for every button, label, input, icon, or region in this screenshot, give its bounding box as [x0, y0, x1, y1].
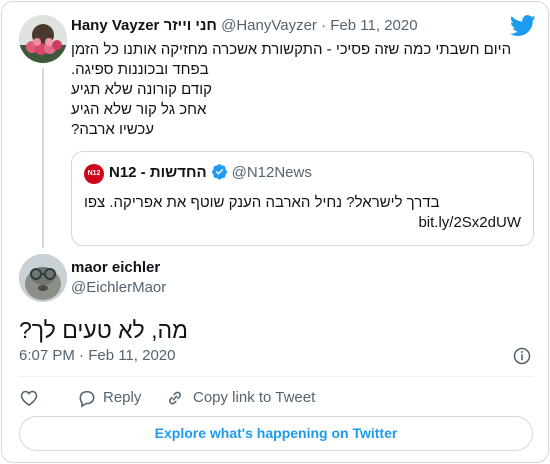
info-icon[interactable] [512, 346, 532, 366]
divider [19, 376, 533, 377]
avatar-image [19, 254, 67, 302]
reply-label: Reply [103, 389, 142, 406]
parent-text-line: קודם קורונה שלא תגיע [71, 81, 212, 98]
parent-handle[interactable]: @HanyVayzer [221, 17, 317, 34]
embedded-tweet-card: Hany Vayzer חני וייזר @HanyVayzer · Feb … [1, 1, 549, 463]
parent-date[interactable]: Feb 11, 2020 [330, 17, 417, 34]
quoted-tweet[interactable]: N12 N12 - החדשות @N12News בדרך לישראל? נח… [71, 151, 534, 246]
parent-text-line: אחכ גל קור שלא הגיע [71, 101, 207, 118]
reply-bubble-icon [79, 390, 95, 408]
header-separator: · [321, 17, 327, 34]
quoted-tweet-text: בדרך לישראל? נחיל הארבה הענק שוטף את אפר… [84, 194, 440, 211]
parent-tweet-text: היום חשבתי כמה שזה פסיכי - התקשורת אשכרה… [71, 40, 531, 140]
verified-badge-icon [211, 164, 227, 180]
like-button[interactable] [19, 387, 49, 409]
parent-text-line: עכשיו ארבה? [71, 121, 155, 138]
parent-text-line: היום חשבתי כמה שזה פסיכי - התקשורת אשכרה… [71, 41, 512, 78]
thread-connector-line [42, 68, 44, 248]
quoted-tweet-header: N12 - החדשות @N12News [109, 163, 312, 183]
copy-link-label: Copy link to Tweet [193, 389, 316, 406]
reply-handle[interactable]: @EichlerMaor [71, 278, 166, 298]
n12-logo-avatar: N12 [84, 164, 104, 184]
reply-author-avatar[interactable] [19, 254, 67, 302]
parent-tweet-header: Hany Vayzer חני וייזר @HanyVayzer · Feb … [71, 16, 418, 36]
reply-display-name[interactable]: maor eichler [71, 258, 160, 278]
twitter-bird-icon[interactable] [510, 15, 536, 37]
avatar-image [19, 15, 67, 63]
reply-button[interactable]: Reply [77, 387, 157, 409]
explore-twitter-button[interactable]: Explore what's happening on Twitter [19, 416, 533, 451]
link-icon [169, 391, 181, 405]
quoted-display-name: N12 - החדשות [109, 164, 207, 181]
tweet-timestamp[interactable]: 6:07 PM · Feb 11, 2020 [19, 346, 175, 366]
quoted-handle: @N12News [231, 164, 312, 181]
heart-icon [20, 390, 38, 407]
reply-tweet-text: מה, לא טעים לך? [19, 317, 188, 343]
parent-author-avatar[interactable] [19, 15, 67, 63]
parent-display-name[interactable]: Hany Vayzer חני וייזר [71, 17, 217, 34]
copy-link-button[interactable]: Copy link to Tweet [165, 387, 365, 409]
quoted-tweet-link[interactable]: bit.ly/2Sx2dUW [84, 213, 521, 233]
